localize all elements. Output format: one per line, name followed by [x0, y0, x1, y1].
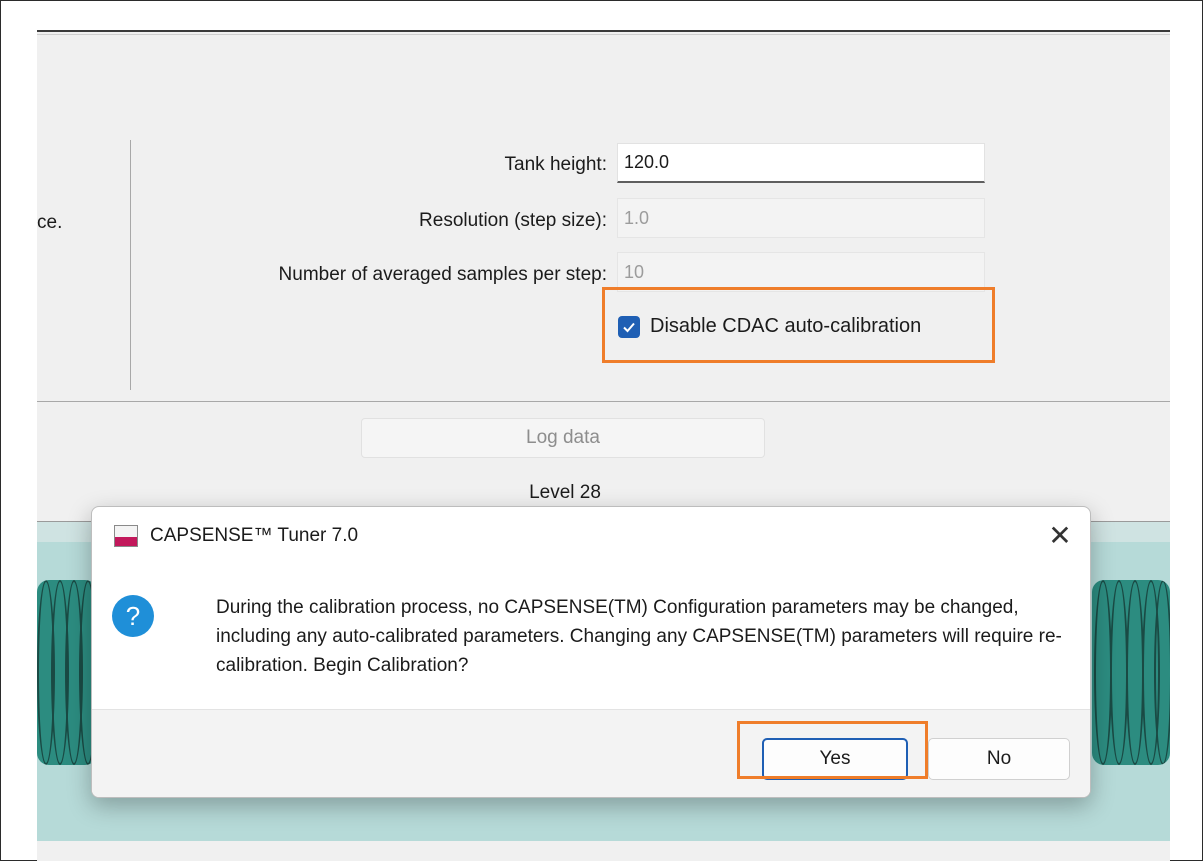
coil-right-graphic: [1092, 580, 1170, 765]
resolution-input: 1.0: [617, 198, 985, 238]
form-labels: Tank height: Resolution (step size): Num…: [130, 0, 607, 400]
yes-button-highlight: [737, 721, 928, 779]
tank-height-input[interactable]: 120.0: [617, 143, 985, 183]
no-button[interactable]: No: [928, 738, 1070, 780]
coil-left-graphic: [37, 580, 97, 765]
app-icon: [114, 525, 138, 547]
section-divider: [37, 401, 1170, 402]
checkbox-highlight: [602, 287, 995, 363]
truncated-label: ce.: [37, 212, 63, 233]
question-icon: ?: [112, 595, 154, 637]
samples-label: Number of averaged samples per step:: [278, 264, 607, 285]
close-icon[interactable]: ✕: [1042, 517, 1078, 553]
dialog-message: During the calibration process, no CAPSE…: [216, 597, 1062, 676]
samples-input: 10: [617, 252, 985, 292]
resolution-label: Resolution (step size):: [419, 210, 607, 231]
dialog-titlebar: CAPSENSE™ Tuner 7.0 ✕: [92, 507, 1090, 567]
dialog-footer: Yes No: [92, 709, 1090, 797]
coil-ring: [1154, 580, 1170, 765]
level-readout: Level 28: [529, 482, 601, 503]
tank-height-label: Tank height:: [504, 154, 607, 175]
calibration-dialog: CAPSENSE™ Tuner 7.0 ✕ ? During the calib…: [91, 506, 1091, 798]
window-bottom-edge: [37, 841, 1170, 861]
dialog-title: CAPSENSE™ Tuner 7.0: [150, 525, 359, 546]
log-data-button: Log data: [361, 418, 765, 458]
